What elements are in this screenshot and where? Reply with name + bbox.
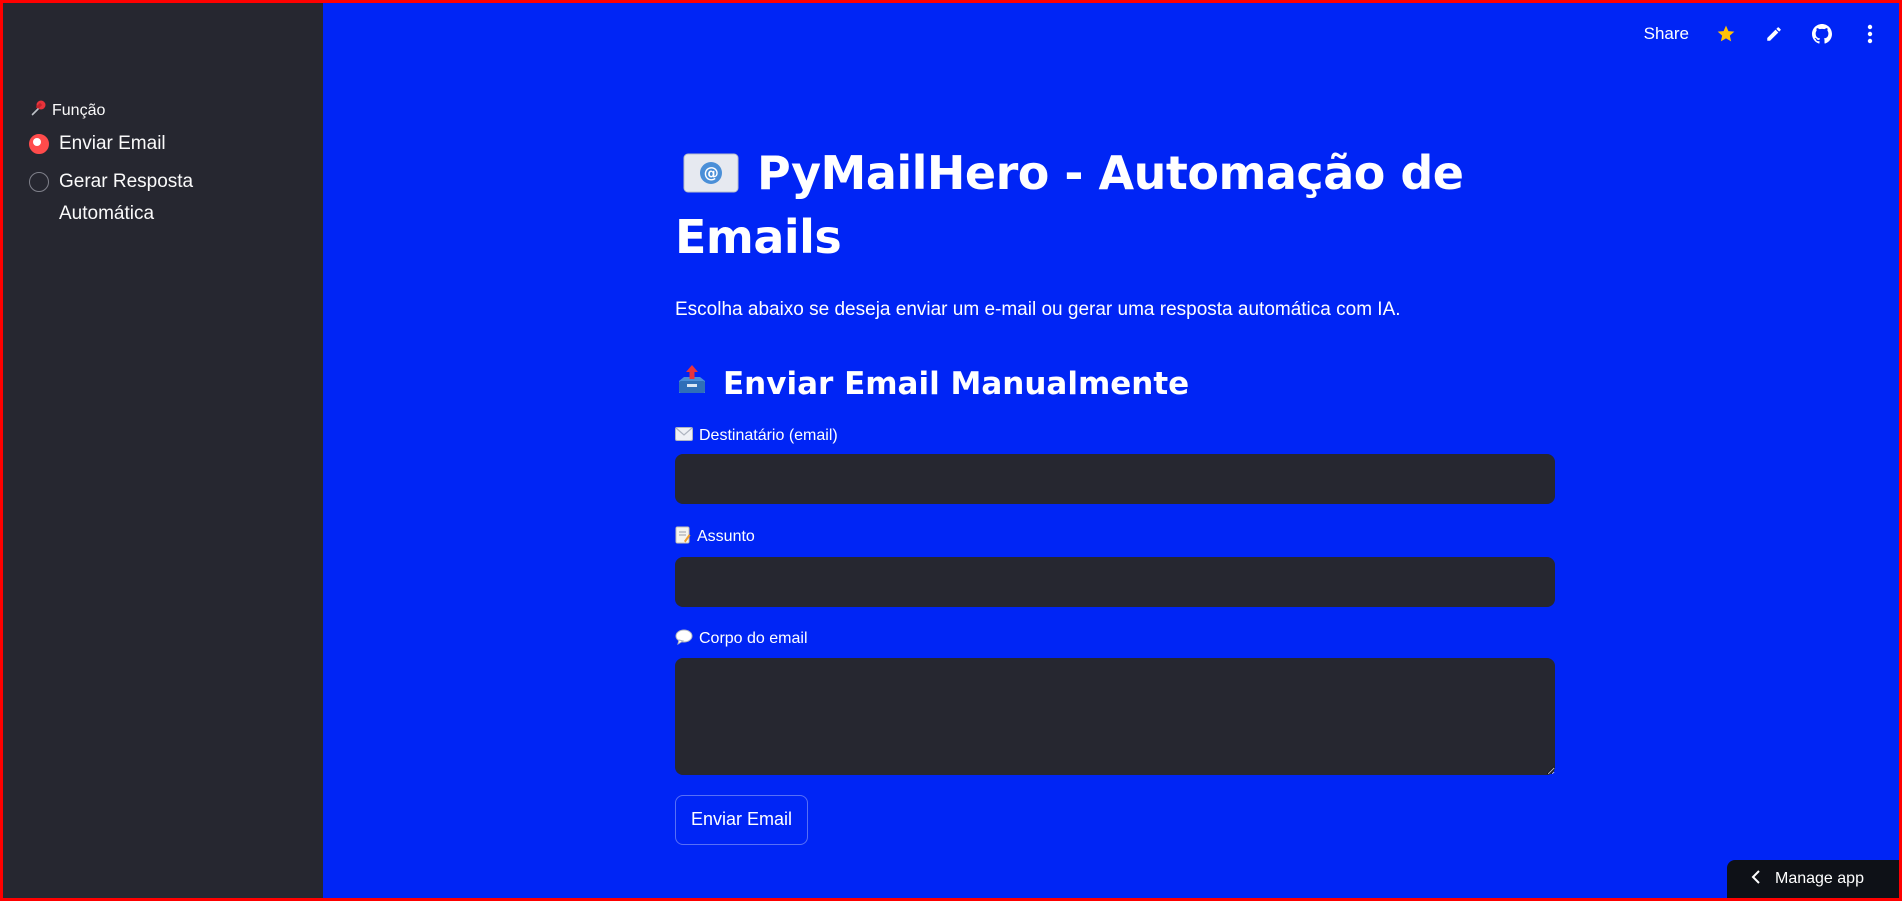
page-title-text: PyMailHero - Automação de Emails bbox=[675, 146, 1464, 264]
subject-input[interactable] bbox=[675, 556, 1555, 607]
sidebar-label-text: Função bbox=[52, 101, 106, 119]
pushpin-icon bbox=[30, 99, 48, 122]
function-radio-group: Enviar Email Gerar Resposta Automática bbox=[29, 132, 209, 240]
radio-option-gerar-resposta[interactable]: Gerar Resposta Automática bbox=[29, 170, 209, 230]
star-icon[interactable] bbox=[1715, 23, 1737, 45]
svg-text:@: @ bbox=[704, 164, 719, 182]
radio-checked-icon[interactable] bbox=[29, 134, 49, 154]
envelope-icon bbox=[675, 426, 693, 446]
outbox-tray-icon bbox=[675, 363, 709, 405]
body-label: Corpo do email bbox=[675, 629, 1555, 650]
top-toolbar: Share bbox=[1644, 23, 1881, 45]
sidebar-section-label: Função bbox=[30, 99, 105, 122]
manage-app-label: Manage app bbox=[1775, 870, 1864, 887]
radio-unchecked-icon[interactable] bbox=[29, 172, 49, 192]
recipient-label: Destinatário (email) bbox=[675, 426, 1555, 446]
recipient-email-input[interactable] bbox=[675, 453, 1555, 504]
sidebar: Função Enviar Email Gerar Resposta Autom… bbox=[3, 3, 323, 898]
main-content: @ PyMailHero - Automação de Emails Escol… bbox=[675, 143, 1555, 845]
chevron-left-icon bbox=[1751, 869, 1761, 889]
memo-icon bbox=[675, 526, 691, 549]
pencil-icon[interactable] bbox=[1763, 23, 1785, 45]
email-body-textarea[interactable] bbox=[675, 657, 1555, 775]
radio-option-label: Enviar Email bbox=[59, 133, 166, 154]
radio-option-enviar-email[interactable]: Enviar Email bbox=[29, 132, 209, 160]
section-heading-text: Enviar Email Manualmente bbox=[723, 365, 1190, 402]
more-vertical-icon[interactable] bbox=[1859, 23, 1881, 45]
subject-label-text: Assunto bbox=[697, 528, 755, 545]
body-label-text: Corpo do email bbox=[699, 630, 808, 647]
subject-label: Assunto bbox=[675, 526, 1555, 549]
envelope-at-icon: @ bbox=[683, 147, 739, 207]
page-subtitle: Escolha abaixo se deseja enviar um e-mai… bbox=[675, 298, 1401, 320]
github-icon[interactable] bbox=[1811, 23, 1833, 45]
radio-option-label: Gerar Resposta Automática bbox=[59, 171, 194, 224]
section-heading: Enviar Email Manualmente bbox=[675, 363, 1555, 405]
speech-balloon-icon bbox=[675, 629, 693, 650]
send-email-button[interactable]: Enviar Email bbox=[675, 794, 809, 845]
app-window: Função Enviar Email Gerar Resposta Autom… bbox=[0, 0, 1902, 901]
share-button[interactable]: Share bbox=[1644, 24, 1689, 44]
recipient-label-text: Destinatário (email) bbox=[699, 427, 838, 444]
manage-app-button[interactable]: Manage app bbox=[1727, 860, 1899, 898]
page-title: @ PyMailHero - Automação de Emails bbox=[675, 143, 1555, 267]
